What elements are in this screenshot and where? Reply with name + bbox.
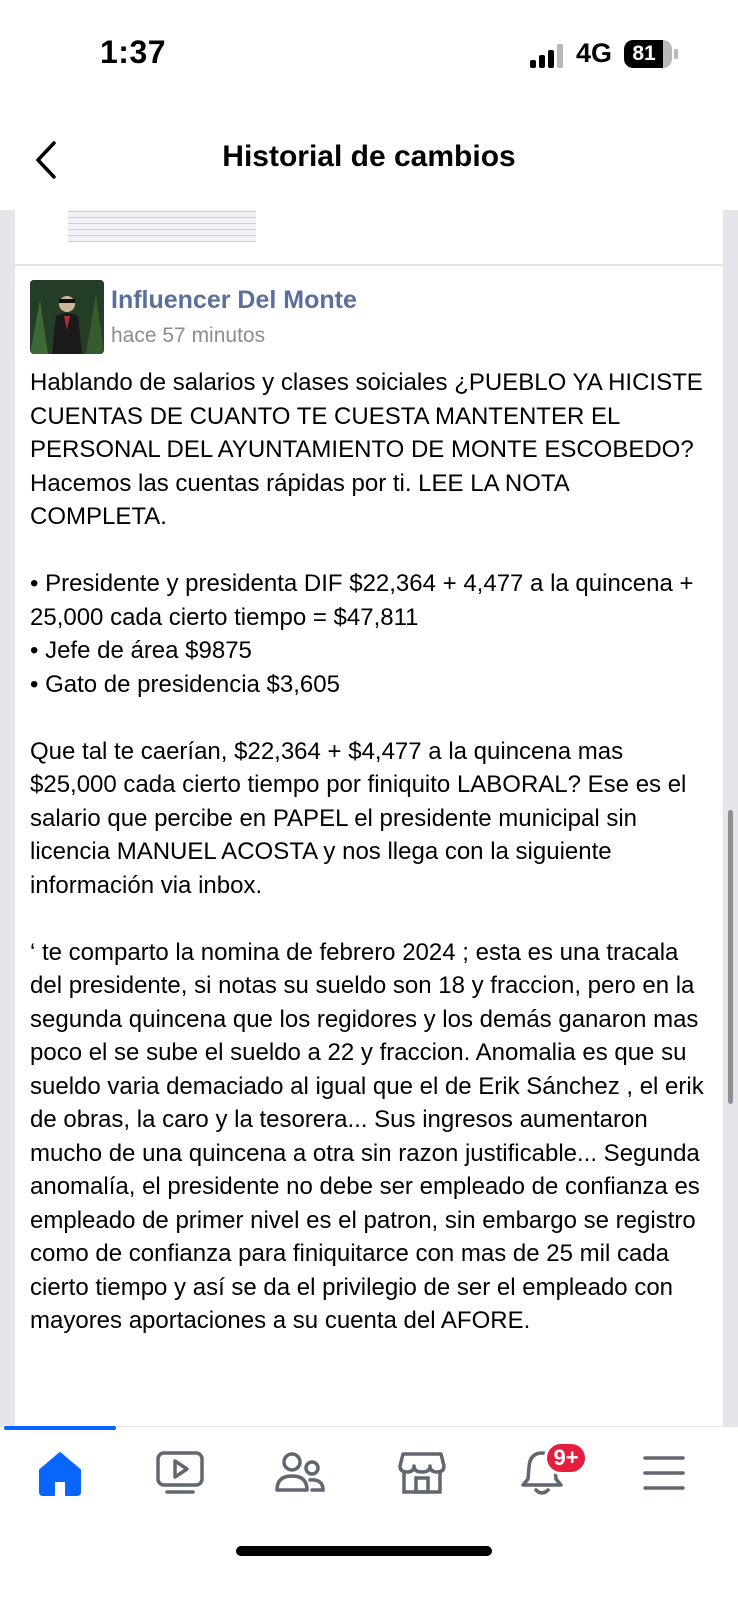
marketplace-icon	[398, 1452, 446, 1494]
tab-video[interactable]	[150, 1443, 210, 1503]
post-card: Influencer Del Monte hace 57 minutos Hab…	[15, 266, 723, 1454]
post-paragraph: Hablando de salarios y clases soiciales …	[30, 369, 703, 530]
post-bullet: • Jefe de área $9875	[30, 637, 252, 664]
page-title: Historial de cambios	[222, 140, 516, 173]
battery-tip	[674, 49, 678, 59]
menu-icon	[643, 1456, 685, 1490]
previous-post-card	[15, 210, 723, 264]
post-paragraph: ‘ te comparto la nomina de febrero 2024 …	[30, 938, 704, 1335]
scrollbar[interactable]	[728, 810, 733, 1104]
previous-post-image[interactable]	[68, 210, 256, 242]
active-tab-indicator	[4, 1426, 116, 1430]
signal-icon	[530, 44, 566, 68]
friends-icon	[275, 1452, 325, 1492]
app-header: Historial de cambios	[0, 110, 738, 210]
home-indicator	[236, 1546, 492, 1556]
bottom-tab-bar: 9+	[0, 1426, 738, 1526]
post-bullet: • Presidente y presidenta DIF $22,364 + …	[30, 570, 694, 631]
post-bullet: • Gato de presidencia $3,605	[30, 670, 340, 698]
tab-home[interactable]	[30, 1443, 90, 1503]
history-feed[interactable]: Influencer Del Monte hace 57 minutos Hab…	[0, 210, 738, 1454]
status-time: 1:37	[100, 34, 167, 70]
home-icon	[39, 1452, 81, 1496]
network-type: 4G	[576, 38, 613, 68]
post-paragraph: Que tal te caerían, $22,364 + $4,477 a l…	[30, 737, 687, 899]
notification-badge: 9+	[544, 1441, 588, 1475]
tab-menu[interactable]	[634, 1443, 694, 1503]
post-author[interactable]: Influencer Del Monte	[111, 286, 357, 315]
post-timestamp[interactable]: hace 57 minutos	[111, 324, 265, 348]
post-body: Hablando de salarios y clases soiciales …	[30, 366, 710, 1371]
avatar[interactable]	[30, 280, 104, 354]
tab-marketplace[interactable]	[392, 1443, 452, 1503]
video-icon	[156, 1451, 204, 1494]
avatar-image	[30, 280, 104, 354]
tab-friends[interactable]	[270, 1443, 330, 1503]
battery-percent: 81	[632, 42, 656, 65]
status-bar: 1:37 4G 81	[0, 0, 738, 110]
battery-icon: 81	[624, 40, 672, 68]
